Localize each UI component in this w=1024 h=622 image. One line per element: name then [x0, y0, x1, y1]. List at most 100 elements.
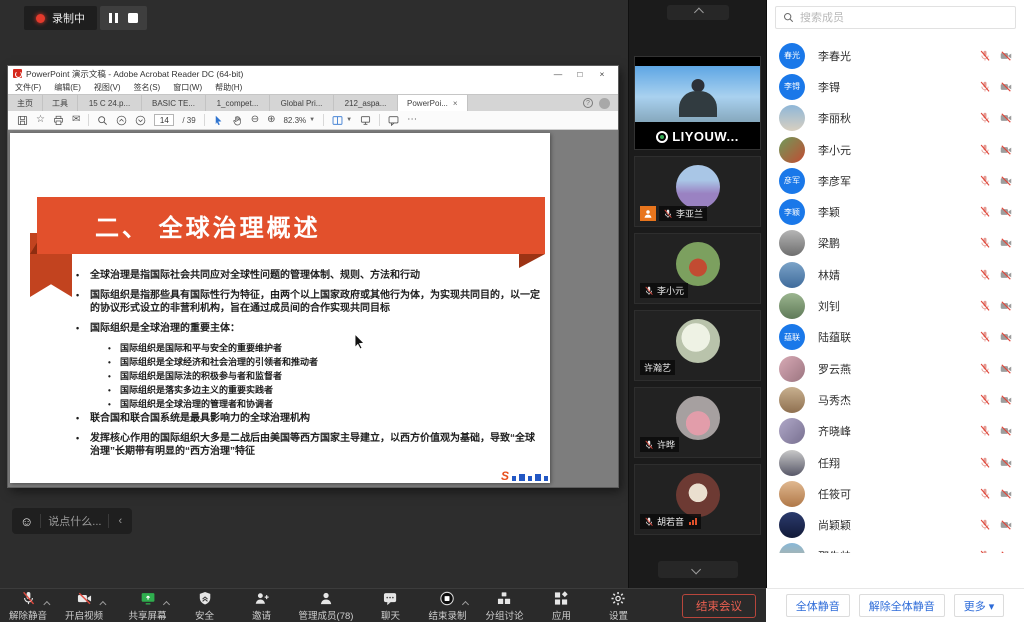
member-mic-off-icon[interactable]: [979, 175, 991, 187]
member-row[interactable]: 李锝 李锝: [767, 71, 1024, 102]
menu-item[interactable]: 帮助(H): [215, 82, 242, 93]
member-mic-off-icon[interactable]: [979, 237, 991, 249]
member-mic-off-icon[interactable]: [979, 269, 991, 281]
footer-button[interactable]: 更多 ▾: [954, 594, 1005, 617]
tab-工具[interactable]: 工具: [43, 95, 78, 111]
tab-document[interactable]: 212_aspa...: [334, 95, 398, 111]
member-mic-off-icon[interactable]: [979, 394, 991, 406]
chevron-up-icon[interactable]: [462, 594, 467, 612]
tab-主页[interactable]: 主页: [8, 95, 43, 111]
tab-document[interactable]: 1_compet...: [206, 95, 270, 111]
chevron-up-icon[interactable]: [43, 594, 48, 612]
member-camera-off-icon[interactable]: [1000, 363, 1012, 375]
member-camera-off-icon[interactable]: [1000, 519, 1012, 531]
member-mic-off-icon[interactable]: [979, 81, 991, 93]
minimize-icon[interactable]: —: [547, 69, 569, 79]
page-number-input[interactable]: 14: [154, 114, 174, 126]
collapse-chat-icon[interactable]: ‹: [116, 515, 124, 527]
member-mic-off-icon[interactable]: [979, 206, 991, 218]
member-row[interactable]: 邵朱帅: [767, 541, 1024, 553]
member-camera-off-icon[interactable]: [1000, 50, 1012, 62]
toolbar-shield[interactable]: 安全: [185, 591, 225, 622]
toolbar-settings[interactable]: 设置: [598, 591, 638, 622]
tab-active-document[interactable]: PowerPoi... ×: [398, 95, 468, 111]
toolbar-member[interactable]: 管理成员(78): [299, 591, 354, 622]
member-mic-off-icon[interactable]: [979, 457, 991, 469]
menu-item[interactable]: 视图(V): [94, 82, 121, 93]
menu-item[interactable]: 窗口(W): [173, 82, 202, 93]
member-row[interactable]: 李颖 李颖: [767, 196, 1024, 227]
member-camera-off-icon[interactable]: [1000, 457, 1012, 469]
presentation-icon[interactable]: [360, 115, 371, 126]
strip-scroll-down-button[interactable]: [658, 561, 738, 578]
member-mic-off-icon[interactable]: [979, 112, 991, 124]
maximize-icon[interactable]: □: [569, 69, 591, 79]
video-tile[interactable]: 李小元: [634, 233, 761, 304]
member-mic-off-icon[interactable]: [979, 488, 991, 500]
member-mic-off-icon[interactable]: [979, 144, 991, 156]
hand-tool-icon[interactable]: [232, 115, 243, 126]
account-icon[interactable]: [599, 98, 610, 109]
member-mic-off-icon[interactable]: [979, 50, 991, 62]
member-mic-off-icon[interactable]: [979, 425, 991, 437]
close-icon[interactable]: ×: [591, 69, 613, 79]
close-tab-icon[interactable]: ×: [453, 99, 458, 108]
menu-item[interactable]: 文件(F): [15, 82, 41, 93]
print-icon[interactable]: [53, 115, 64, 126]
end-meeting-button[interactable]: 结束会议: [682, 594, 756, 618]
toolbar-mic-off[interactable]: 解除静音: [8, 591, 48, 622]
mail-icon[interactable]: ✉: [72, 115, 80, 125]
member-row[interactable]: 蕴联 陆蕴联: [767, 322, 1024, 353]
emoji-icon[interactable]: ☺: [20, 515, 33, 528]
member-camera-off-icon[interactable]: [1000, 206, 1012, 218]
member-row[interactable]: 李丽秋: [767, 103, 1024, 134]
member-camera-off-icon[interactable]: [1000, 425, 1012, 437]
member-camera-off-icon[interactable]: [1000, 550, 1012, 553]
toolbar-stop-rec[interactable]: 结束录制: [427, 591, 467, 622]
member-camera-off-icon[interactable]: [1000, 144, 1012, 156]
menu-item[interactable]: 编辑(E): [54, 82, 81, 93]
next-page-icon[interactable]: [135, 115, 146, 126]
more-tools-icon[interactable]: ⋯: [407, 115, 417, 125]
member-row[interactable]: 马秀杰: [767, 384, 1024, 415]
zoom-in-icon[interactable]: ⊕: [267, 115, 275, 125]
video-tile-active-speaker[interactable]: LIYOUW...: [634, 56, 761, 150]
member-row[interactable]: 梁鹏: [767, 228, 1024, 259]
footer-button[interactable]: 解除全体静音: [859, 594, 945, 617]
member-camera-off-icon[interactable]: [1000, 394, 1012, 406]
member-row[interactable]: 罗云燕: [767, 353, 1024, 384]
menu-item[interactable]: 签名(S): [134, 82, 161, 93]
member-camera-off-icon[interactable]: [1000, 269, 1012, 281]
window-titlebar[interactable]: PowerPoint 演示文稿 - Adobe Acrobat Reader D…: [8, 66, 618, 81]
member-list[interactable]: 春光 李春光 李锝 李锝 李丽秋 李小元 彦军 李彦军: [767, 40, 1024, 553]
strip-collapse-button[interactable]: [667, 5, 729, 20]
member-row[interactable]: 林婧: [767, 259, 1024, 290]
tab-document[interactable]: Global Pri...: [270, 95, 334, 111]
member-row[interactable]: 任筱可: [767, 478, 1024, 509]
toolbar-invite[interactable]: 邀请: [242, 591, 282, 622]
member-camera-off-icon[interactable]: [1000, 300, 1012, 312]
toolbar-apps[interactable]: 应用: [541, 591, 581, 622]
member-mic-off-icon[interactable]: [979, 300, 991, 312]
comment-icon[interactable]: [388, 115, 399, 126]
member-camera-off-icon[interactable]: [1000, 112, 1012, 124]
toolbar-cam-off[interactable]: 开启视频: [64, 591, 104, 622]
page-view-icon[interactable]: ▼: [332, 115, 352, 126]
member-camera-off-icon[interactable]: [1000, 331, 1012, 343]
member-row[interactable]: 春光 李春光: [767, 40, 1024, 71]
member-mic-off-icon[interactable]: [979, 363, 991, 375]
member-mic-off-icon[interactable]: [979, 550, 991, 553]
document-area[interactable]: 二、 全球治理概述 •全球治理是指国际社会共同应对全球性问题的管理体制、规则、方…: [8, 130, 618, 487]
member-row[interactable]: 刘钊: [767, 290, 1024, 321]
help-icon[interactable]: ?: [583, 98, 593, 108]
save-icon[interactable]: [17, 115, 28, 126]
toolbar-share[interactable]: 共享屏幕: [128, 591, 168, 622]
toolbar-chat[interactable]: 聊天: [370, 591, 410, 622]
video-tile[interactable]: 许瀚艺: [634, 310, 761, 381]
member-row[interactable]: 彦军 李彦军: [767, 165, 1024, 196]
member-camera-off-icon[interactable]: [1000, 175, 1012, 187]
member-row[interactable]: 李小元: [767, 134, 1024, 165]
chevron-up-icon[interactable]: [162, 594, 167, 612]
footer-button[interactable]: 全体静音: [786, 594, 850, 617]
select-tool-icon[interactable]: [213, 115, 224, 126]
